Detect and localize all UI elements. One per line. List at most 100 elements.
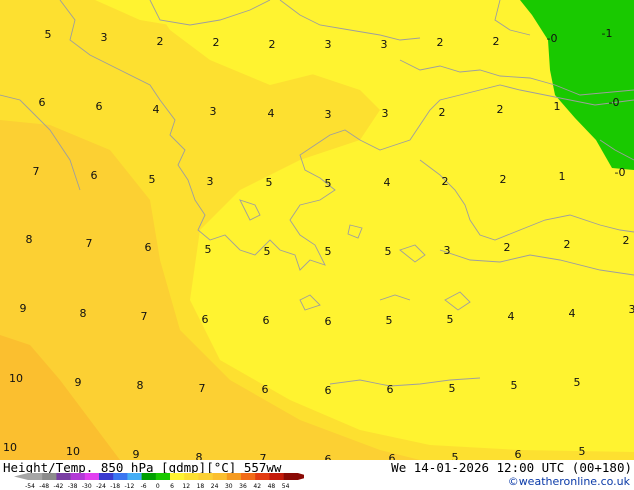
temperature-label: 5 xyxy=(452,451,459,460)
scale-swatch xyxy=(241,473,256,480)
scale-swatch xyxy=(127,473,142,480)
temperature-label: 6 xyxy=(325,384,332,397)
scale-swatch xyxy=(113,473,128,480)
color-scale: -54 -48 -42 -38 -30 -24 -18 -12 -6 0 6 12 18 24 30 36 42… xyxy=(14,473,304,490)
scale-tick-label: -48 xyxy=(39,483,49,490)
temperature-label: 3 xyxy=(629,303,634,316)
scale-swatch xyxy=(212,473,228,480)
scale-swatch xyxy=(283,473,299,480)
scale-tick-label: -42 xyxy=(53,483,63,490)
temperature-label: 2 xyxy=(493,35,500,48)
temperature-label: 5 xyxy=(266,176,273,189)
temperature-label: 7 xyxy=(199,382,206,395)
scale-tick-label: -30 xyxy=(82,483,92,490)
temperature-label: 2 xyxy=(157,35,164,48)
temperature-label: 4 xyxy=(268,107,275,120)
scale-swatch xyxy=(84,473,100,480)
temperature-label: 3 xyxy=(101,31,108,44)
scale-tick-label: 54 xyxy=(282,483,290,490)
temperature-label: 6 xyxy=(39,96,46,109)
scale-swatch xyxy=(255,473,270,480)
temperature-label: 5 xyxy=(264,245,271,258)
scale-tick-label: -6 xyxy=(141,483,147,490)
temperature-label: 3 xyxy=(382,107,389,120)
temperature-label: 5 xyxy=(205,243,212,256)
scale-swatch xyxy=(42,473,57,480)
temperature-label: 5 xyxy=(386,314,393,327)
temperature-label: 2 xyxy=(500,173,507,186)
map-canvas: 5 3 2 2 2 3 3 2 2 -0 -1 6 6 4 3 4 3 3 2 2 1 -0 7 6 5 3 5 5 4 2 2 1 -0 8 7 6… xyxy=(0,0,634,460)
temperature-label: 2 xyxy=(497,103,504,116)
temperature-label: 6 xyxy=(389,452,396,460)
temperature-label: 6 xyxy=(202,313,209,326)
temperature-label: 4 xyxy=(153,103,160,116)
temperature-label: 9 xyxy=(133,448,140,460)
temperature-label: 3 xyxy=(207,175,214,188)
temperature-label: 6 xyxy=(262,383,269,396)
temperature-label: 5 xyxy=(325,245,332,258)
temperature-label: 5 xyxy=(447,313,454,326)
scale-tick-label: 24 xyxy=(211,483,219,490)
scale-swatch xyxy=(70,473,86,480)
temperature-label: 5 xyxy=(579,445,586,458)
temperature-label: 4 xyxy=(508,310,515,323)
temperature-label: 3 xyxy=(444,244,451,257)
temperature-label: 5 xyxy=(325,177,332,190)
scale-tick-label: -24 xyxy=(96,483,106,490)
temperature-label: 3 xyxy=(381,38,388,51)
temperature-label: 9 xyxy=(75,376,82,389)
temperature-label: 6 xyxy=(145,241,152,254)
scale-tick-label: -54 xyxy=(25,483,35,490)
scale-tick-label: 12 xyxy=(182,483,190,490)
scale-tick-label: 36 xyxy=(239,483,247,490)
temperature-label: 2 xyxy=(623,234,630,247)
scale-tick-label: 18 xyxy=(197,483,205,490)
scale-swatch xyxy=(28,473,43,480)
temperature-label: 2 xyxy=(564,238,571,251)
temperature-label: 7 xyxy=(86,237,93,250)
temperature-label: -0 xyxy=(547,32,558,45)
temperature-label: 10 xyxy=(9,372,23,385)
temperature-label: 8 xyxy=(137,379,144,392)
temperature-label: 6 xyxy=(91,169,98,182)
scale-swatch xyxy=(141,473,157,480)
temperature-label: 5 xyxy=(149,173,156,186)
temperature-label: 5 xyxy=(511,379,518,392)
temperature-label: 3 xyxy=(210,105,217,118)
scale-tick-label: 48 xyxy=(268,483,276,490)
temperature-label: 5 xyxy=(385,245,392,258)
scale-tick-label: 6 xyxy=(170,483,174,490)
temperature-label: 7 xyxy=(260,452,267,460)
temperature-label: 6 xyxy=(515,448,522,460)
temperature-label: 8 xyxy=(26,233,33,246)
temperature-label: 10 xyxy=(66,445,80,458)
scale-swatch xyxy=(198,473,213,480)
temperature-label: 2 xyxy=(504,241,511,254)
scale-tick-label: 42 xyxy=(253,483,261,490)
scale-swatch xyxy=(269,473,284,480)
valid-datetime: We 14-01-2026 12:00 UTC (00+180) xyxy=(391,460,632,475)
scale-swatch xyxy=(56,473,71,480)
temperature-label: 7 xyxy=(141,310,148,323)
temperature-label: 6 xyxy=(387,383,394,396)
temperature-label: 6 xyxy=(325,315,332,328)
temperature-label: 6 xyxy=(325,453,332,460)
temperature-label: 5 xyxy=(574,376,581,389)
scale-swatch xyxy=(226,473,242,480)
temperature-label: 2 xyxy=(269,38,276,51)
temperature-label: 6 xyxy=(96,100,103,113)
credit-link[interactable]: ©weatheronline.co.uk xyxy=(508,475,630,488)
temperature-label: 5 xyxy=(449,382,456,395)
temperature-label: 2 xyxy=(437,36,444,49)
temperature-label: 1 xyxy=(554,100,561,113)
scale-tick-label: 30 xyxy=(225,483,233,490)
temperature-label: 5 xyxy=(45,28,52,41)
temperature-label: 4 xyxy=(569,307,576,320)
scale-arrow-right xyxy=(297,473,304,480)
scale-tick-label: -18 xyxy=(110,483,120,490)
temperature-label: 2 xyxy=(213,36,220,49)
weather-map: 5 3 2 2 2 3 3 2 2 -0 -1 6 6 4 3 4 3 3 2 2 1 -0 7 6 5 3 5 5 4 2 2 1 -0 8 7 6… xyxy=(0,0,634,460)
temperature-label: -0 xyxy=(615,166,626,179)
scale-tick-label: -38 xyxy=(68,483,78,490)
temperature-label: -1 xyxy=(602,27,613,40)
